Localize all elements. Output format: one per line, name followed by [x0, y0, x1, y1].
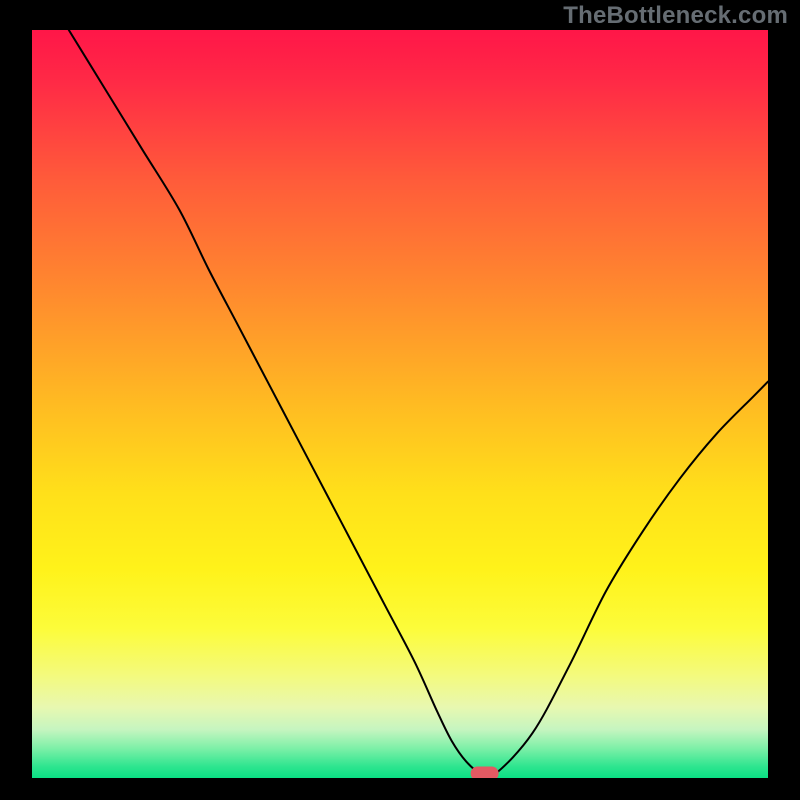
bottleneck-chart — [32, 30, 768, 778]
gradient-background — [32, 30, 768, 778]
chart-container — [32, 30, 768, 778]
optimum-dot — [471, 767, 499, 778]
watermark-text: TheBottleneck.com — [563, 2, 788, 30]
